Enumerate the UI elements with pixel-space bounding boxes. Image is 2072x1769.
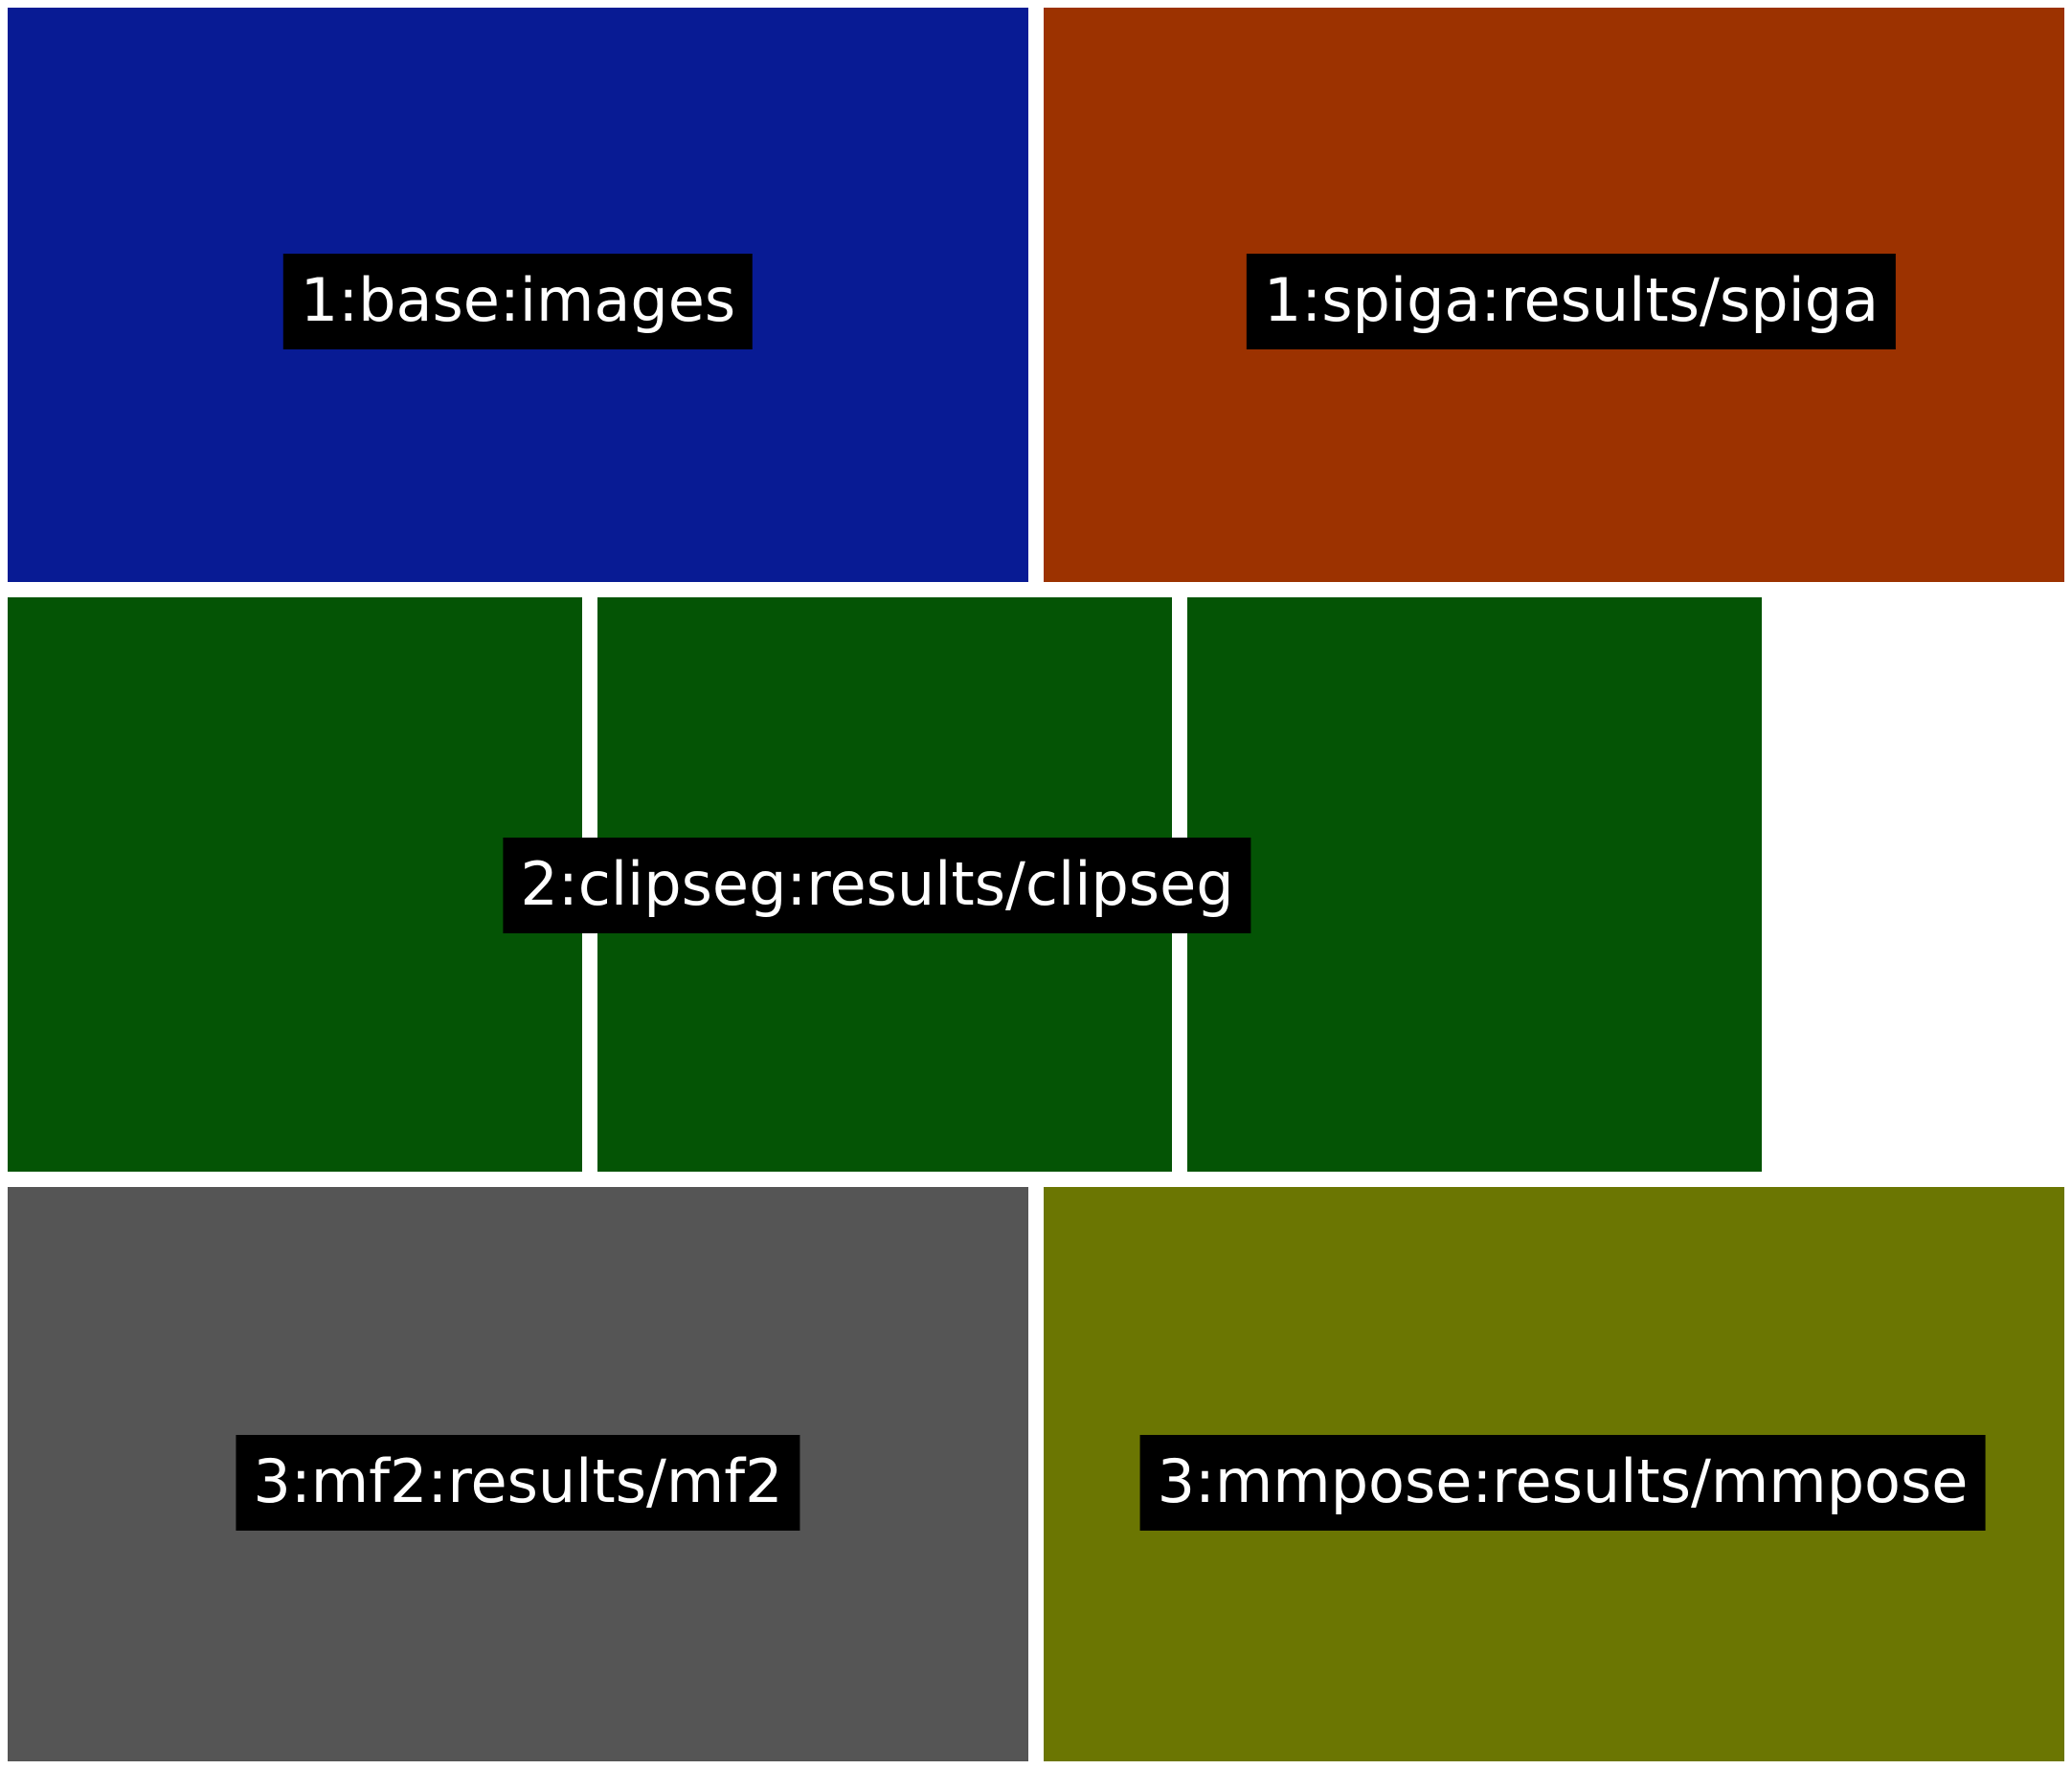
clipseg-panel-1 [8,597,582,1172]
spiga-label: 1:spiga:results/spiga [1246,254,1897,349]
clipseg-panel-3 [1187,597,1762,1172]
clipseg-label: 2:clipseg:results/clipseg [503,838,1251,933]
mosaic-grid: 1:base:images 1:spiga:results/spiga 2:cl… [0,0,2072,1769]
mmpose-label: 3:mmpose:results/mmpose [1139,1435,1986,1531]
mf2-label: 3:mf2:results/mf2 [236,1435,800,1531]
base-label: 1:base:images [282,254,754,349]
